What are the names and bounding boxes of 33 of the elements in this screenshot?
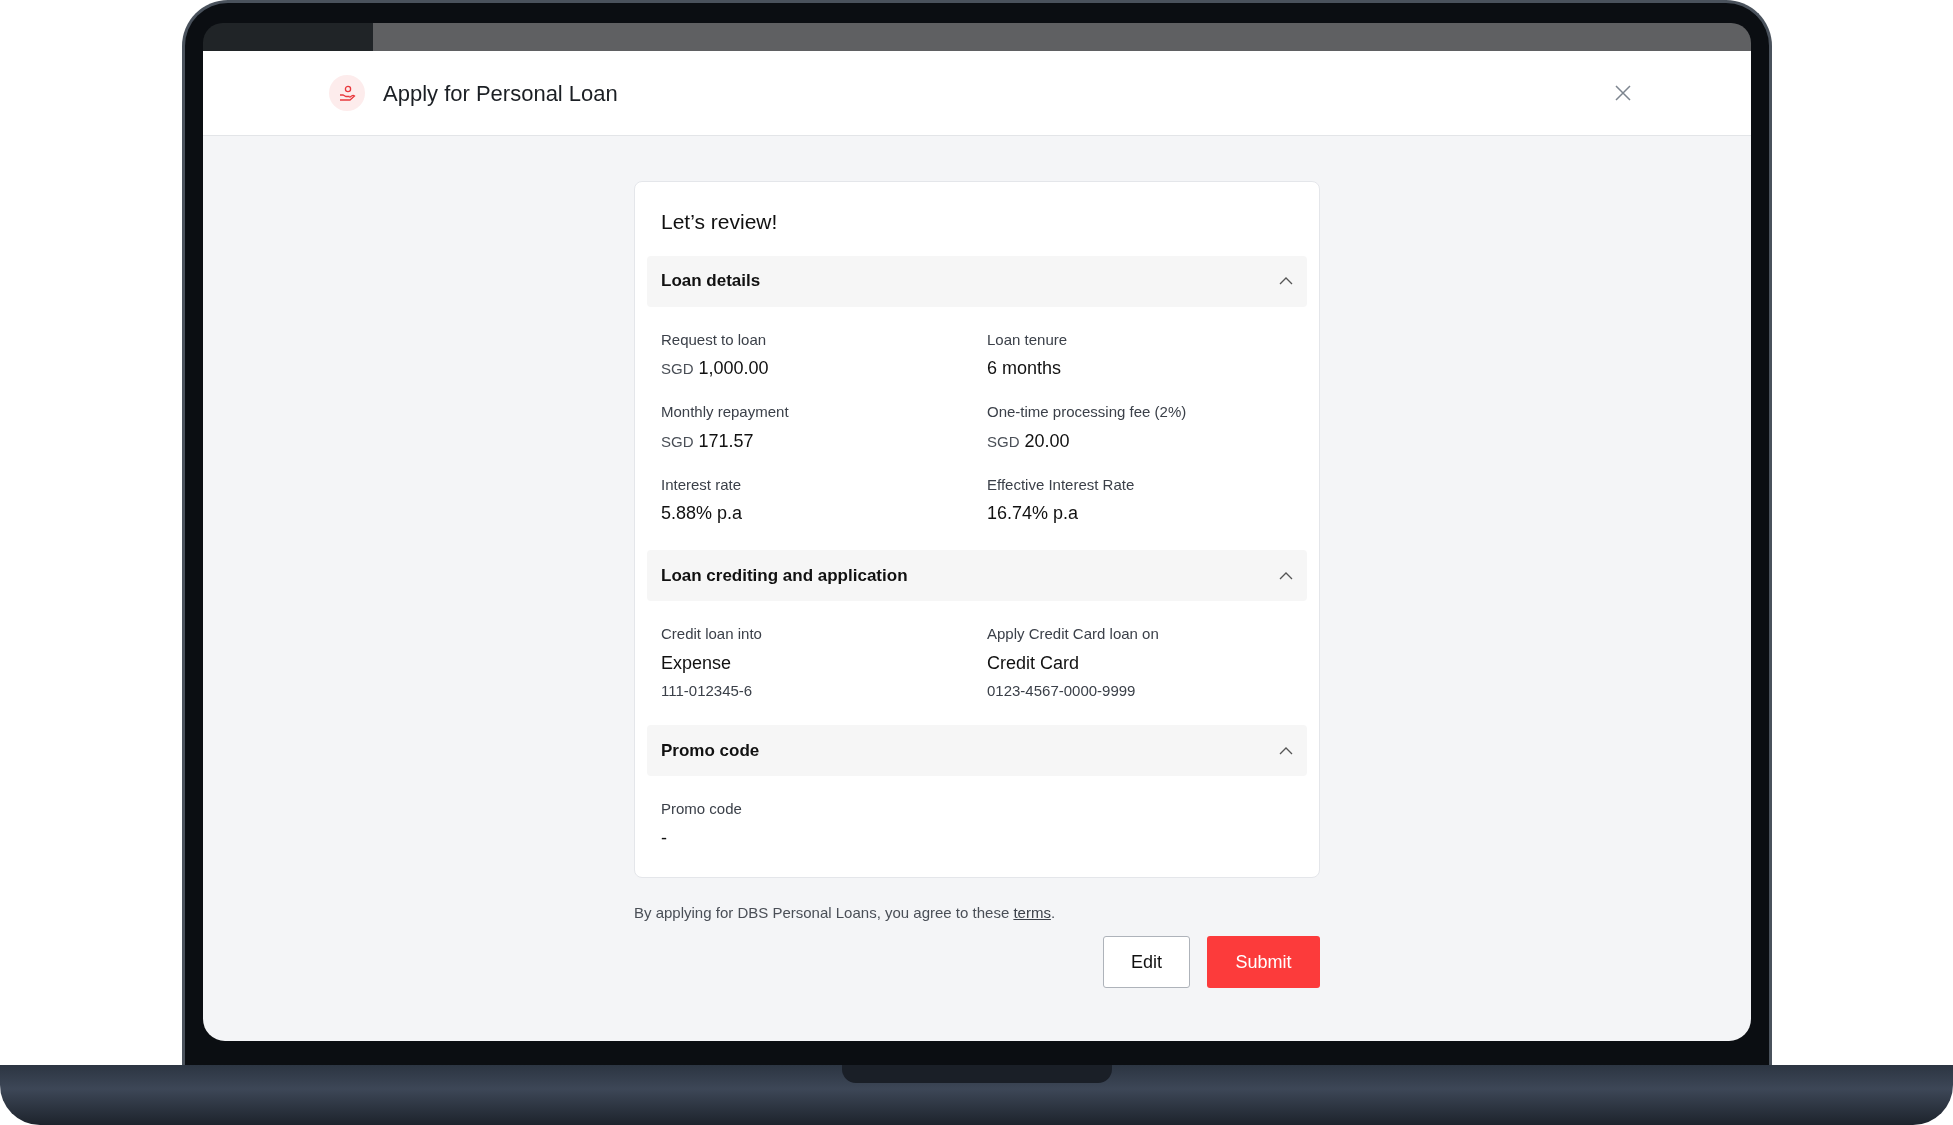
field-label: Request to loan: [661, 329, 768, 350]
field-value: Credit Card: [987, 651, 1081, 675]
loan-hand-icon: [329, 75, 365, 111]
chevron-up-icon: [1279, 277, 1293, 285]
chevron-up-icon: [1279, 746, 1293, 755]
field-value: 16.74% p.a: [987, 502, 1080, 525]
field-label: Credit loan into: [661, 624, 763, 644]
section-header[interactable]: Promo code: [647, 725, 1307, 776]
field-label: Promo code: [661, 799, 743, 819]
field-value: 6 months: [987, 357, 1063, 380]
field-value: SGD 1,000.00: [661, 357, 770, 380]
terms-link[interactable]: terms: [1013, 903, 1051, 921]
chevron-up-icon: [1279, 571, 1293, 580]
account-number: 0123-4567-0000-9999: [987, 680, 1137, 701]
review-title: Let’s review!: [661, 209, 779, 235]
field-label: Interest rate: [661, 474, 743, 495]
field-label: Loan tenure: [987, 329, 1069, 350]
field-label: Effective Interest Rate: [987, 474, 1136, 495]
field-label: Monthly repayment: [661, 402, 790, 422]
field-value: 5.88% p.a: [661, 502, 744, 525]
modal-title: Apply for Personal Loan: [383, 79, 618, 108]
account-number: 111-012345-6: [661, 680, 754, 701]
submit-button[interactable]: Submit: [1207, 936, 1320, 988]
field-value: SGD 171.57: [661, 429, 755, 453]
agreement-text: By applying for DBS Personal Loans, you agree to these terms.: [634, 902, 1057, 923]
edit-button[interactable]: Edit: [1103, 936, 1190, 988]
field-label: One-time processing fee (2%): [987, 402, 1188, 422]
section-header[interactable]: Loan crediting and application: [647, 550, 1307, 601]
field-value: SGD 20.00: [987, 429, 1071, 453]
field-value: Expense: [661, 651, 733, 675]
field-label: Apply Credit Card loan on: [987, 624, 1160, 644]
section-header[interactable]: Loan details: [647, 255, 1307, 307]
field-value: -: [661, 826, 668, 850]
